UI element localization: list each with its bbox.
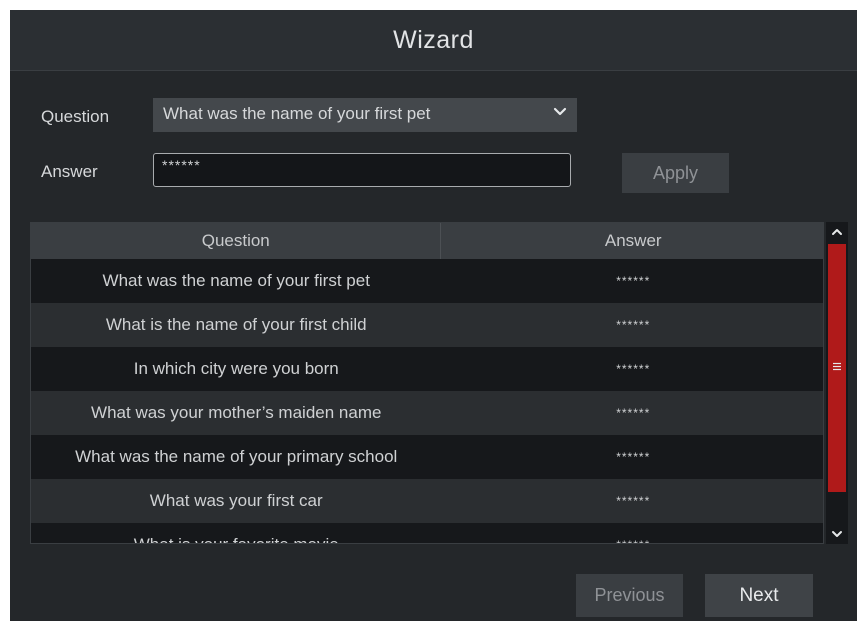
- row-answer: ******: [616, 450, 651, 464]
- row-question: In which city were you born: [133, 359, 339, 378]
- row-question: What was your first car: [149, 491, 323, 510]
- row-question: What is the name of your first child: [105, 315, 367, 334]
- row-question: What is your favorite movie: [31, 523, 441, 543]
- chevron-down-icon: [832, 531, 842, 537]
- table-row[interactable]: In which city were you born ******: [31, 347, 823, 391]
- grip-lines-icon: [833, 362, 841, 371]
- row-answer: ******: [616, 406, 651, 420]
- table-body: What was the name of your first pet ****…: [31, 259, 823, 543]
- row-answer: ******: [441, 523, 823, 543]
- column-header-question[interactable]: Question: [31, 223, 442, 259]
- question-table: Question Answer What was the name of you…: [30, 222, 824, 544]
- row-question: What was the name of your primary school: [75, 447, 398, 466]
- column-header-answer[interactable]: Answer: [441, 223, 823, 259]
- table-scrollbar[interactable]: [826, 222, 848, 544]
- table-row[interactable]: What is your favorite movie ******: [31, 523, 823, 543]
- row-answer: ******: [616, 274, 651, 288]
- row-answer: ******: [616, 318, 651, 332]
- answer-label: Answer: [41, 162, 98, 181]
- apply-button[interactable]: Apply: [622, 153, 729, 193]
- chevron-down-icon[interactable]: [553, 105, 567, 119]
- scroll-thumb[interactable]: [828, 244, 846, 492]
- row-question: What was your mother’s maiden name: [91, 403, 382, 422]
- chevron-up-icon: [832, 229, 842, 235]
- wizard-window: Wizard Question What was the name of you…: [10, 10, 857, 621]
- question-select-value: What was the name of your first pet: [163, 104, 431, 123]
- question-label: Question: [41, 107, 110, 126]
- row-answer: ******: [616, 494, 651, 508]
- title-bar: Wizard: [10, 10, 857, 71]
- table-row[interactable]: What was your first car ******: [31, 479, 823, 523]
- scroll-up-button[interactable]: [826, 222, 848, 242]
- row-question: What was the name of your first pet: [102, 271, 370, 290]
- table-header: Question Answer: [31, 223, 823, 259]
- table-row[interactable]: What was your mother’s maiden name *****…: [31, 391, 823, 435]
- question-select[interactable]: What was the name of your first pet: [153, 98, 577, 132]
- row-answer: ******: [616, 362, 651, 376]
- window-title: Wizard: [393, 25, 474, 54]
- previous-button[interactable]: Previous: [576, 574, 683, 617]
- scroll-down-button[interactable]: [826, 524, 848, 544]
- table-row[interactable]: What was the name of your first pet ****…: [31, 259, 823, 303]
- next-button[interactable]: Next: [705, 574, 813, 617]
- table-row[interactable]: What is the name of your first child ***…: [31, 303, 823, 347]
- table-row[interactable]: What was the name of your primary school…: [31, 435, 823, 479]
- answer-input[interactable]: ******: [153, 153, 571, 187]
